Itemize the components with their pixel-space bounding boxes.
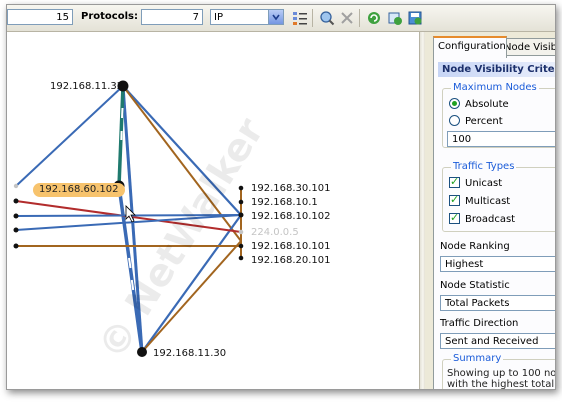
- network-graph[interactable]: 192.168.11.32 192.168.11.30 192.168.30.1…: [7, 32, 419, 389]
- traffic-direction-label: Traffic Direction: [440, 318, 519, 329]
- traffic-direction-select[interactable]: Sent and Received: [440, 333, 555, 349]
- section-header: Node Visibility Criteria: [438, 62, 555, 77]
- selected-node-label[interactable]: 192.168.60.102: [33, 183, 125, 197]
- summary-line: Showing up to 100 nodes: [447, 368, 556, 379]
- nodes-count-field[interactable]: 15: [7, 9, 73, 25]
- tab-node-visibility[interactable]: Node Visibility: [499, 38, 555, 56]
- graph-node[interactable]: [137, 347, 147, 357]
- graph-node[interactable]: [13, 213, 19, 219]
- graph-node[interactable]: [13, 183, 19, 189]
- group-title: Maximum Nodes: [451, 82, 539, 93]
- toolbar-separator: [359, 9, 360, 27]
- node-statistic-select[interactable]: Total Packets: [440, 295, 555, 311]
- disconnect-icon[interactable]: [339, 10, 355, 26]
- node-label: 192.168.10.1: [251, 197, 318, 208]
- configuration-tab-body: Node Visibility Criteria Maximum Nodes A…: [433, 55, 556, 390]
- tab-configuration[interactable]: Configuration: [433, 36, 507, 58]
- percent-radio[interactable]: [449, 115, 460, 126]
- toolbar: 15 Protocols: 7 IP: [7, 5, 555, 32]
- group-title: Traffic Types: [451, 161, 517, 172]
- graph-node[interactable]: [13, 227, 19, 233]
- node-label: 192.168.10.101: [251, 241, 331, 252]
- group-title: Summary: [451, 353, 504, 364]
- maximum-nodes-group: Maximum Nodes Absolute Percent 100: [442, 82, 555, 148]
- node-label: 192.168.30.101: [251, 183, 331, 194]
- multicast-checkbox[interactable]: [449, 193, 460, 206]
- filter-list-icon[interactable]: [292, 10, 308, 26]
- graph-node[interactable]: [238, 229, 244, 235]
- node-statistic-label: Node Statistic: [440, 280, 510, 291]
- absolute-label: Absolute: [465, 99, 509, 110]
- unicast-label: Unicast: [465, 178, 503, 189]
- protocol-filter-value: IP: [214, 12, 223, 23]
- node-label: 192.168.11.32: [50, 81, 123, 92]
- graph-node[interactable]: [13, 243, 19, 249]
- multicast-label: Multicast: [465, 196, 511, 207]
- node-label: 224.0.0.5: [251, 227, 299, 238]
- refresh-green-icon[interactable]: [366, 10, 382, 26]
- summary-line: with the highest total pa: [447, 379, 555, 390]
- app-window: 15 Protocols: 7 IP 192.168.11.32 192.168…: [6, 4, 556, 390]
- traffic-types-group: Traffic Types Unicast Multicast Broadcas…: [442, 161, 555, 232]
- node-ranking-label: Node Ranking: [440, 241, 510, 252]
- graph-node[interactable]: [238, 255, 244, 261]
- graph-node[interactable]: [238, 199, 244, 205]
- node-label: 192.168.10.102: [251, 211, 331, 222]
- percent-label: Percent: [465, 116, 503, 127]
- summary-group: Summary Showing up to 100 nodes with the…: [442, 353, 556, 390]
- broadcast-checkbox[interactable]: [449, 211, 460, 224]
- broadcast-label: Broadcast: [465, 214, 516, 225]
- node-search-icon[interactable]: [319, 10, 335, 26]
- protocols-count-field[interactable]: 7: [141, 9, 203, 25]
- chevron-down-icon[interactable]: [268, 10, 283, 24]
- graph-canvas[interactable]: 192.168.11.32 192.168.11.30 192.168.30.1…: [7, 32, 419, 389]
- unicast-checkbox[interactable]: [449, 175, 460, 188]
- protocol-filter-select[interactable]: IP: [210, 9, 284, 25]
- toolbar-separator: [312, 9, 313, 27]
- graph-node[interactable]: [238, 185, 244, 191]
- node-label: 192.168.20.101: [251, 255, 331, 266]
- absolute-radio[interactable]: [449, 98, 460, 109]
- properties-panel: Configuration Node Visibility Node Visib…: [425, 32, 555, 389]
- graph-edge: [15, 85, 124, 187]
- graph-node[interactable]: [13, 198, 19, 204]
- export-green-icon[interactable]: [387, 10, 403, 26]
- max-nodes-input[interactable]: 100: [447, 131, 555, 147]
- protocols-label: Protocols:: [81, 11, 138, 22]
- graph-node[interactable]: [238, 212, 244, 218]
- save-green-icon[interactable]: [407, 10, 423, 26]
- node-ranking-select[interactable]: Highest: [440, 256, 555, 272]
- node-label: 192.168.11.30: [153, 348, 226, 359]
- edge-gap: [121, 107, 124, 119]
- graph-node[interactable]: [238, 243, 244, 249]
